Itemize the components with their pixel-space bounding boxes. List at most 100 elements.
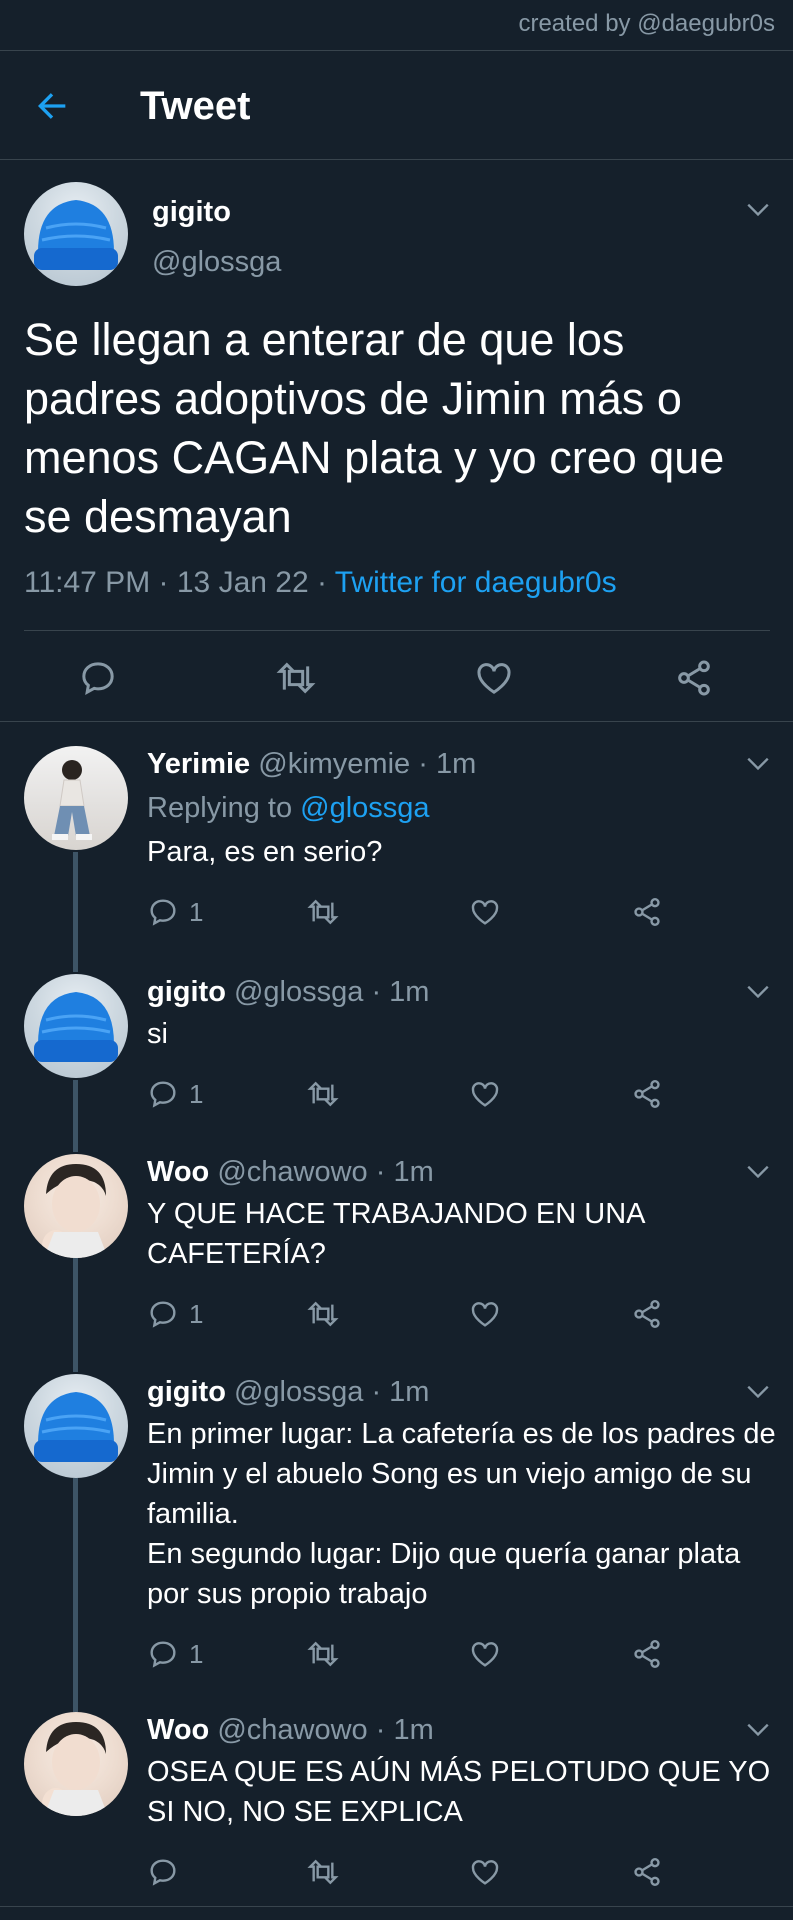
chevron-down-icon[interactable]: [745, 750, 771, 776]
author-handle[interactable]: @glossga: [234, 976, 363, 1008]
share-icon: [634, 1300, 660, 1328]
reply-button[interactable]: [147, 1854, 189, 1890]
retweet-button[interactable]: [307, 1636, 339, 1672]
reply-button[interactable]: 1: [147, 1636, 203, 1672]
reply-text: OSEA QUE ES AÚN MÁS PELOTUDO QUE YO SI N…: [147, 1756, 771, 1828]
like-button[interactable]: [469, 1636, 501, 1672]
retweet-icon[interactable]: [276, 658, 316, 698]
like-button[interactable]: [469, 1296, 501, 1332]
reply-header: gigito @glossga · 1m: [147, 1374, 429, 1410]
like-icon: [471, 900, 499, 925]
separator: ·: [410, 748, 436, 780]
tweet-actions: [0, 632, 793, 722]
person-photo-icon: [42, 1722, 108, 1816]
reply-count: 1: [189, 1298, 204, 1329]
reply-count: 1: [189, 896, 204, 927]
reply-button[interactable]: 1: [147, 894, 203, 930]
person-photo-icon: [42, 1164, 108, 1258]
separator: ·: [363, 976, 390, 1008]
retweet-button[interactable]: [307, 894, 339, 930]
reply-actions: 1: [147, 894, 767, 934]
author-name[interactable]: gigito: [147, 1376, 226, 1408]
author-name[interactable]: gigito: [152, 196, 231, 229]
reply-text: Para, es en serio?: [147, 836, 383, 868]
like-icon: [471, 1642, 499, 1667]
chevron-down-icon[interactable]: [745, 978, 771, 1004]
reply-text: Y QUE HACE TRABAJANDO EN UNA CAFETERÍA?: [147, 1198, 644, 1270]
share-button[interactable]: [631, 1636, 663, 1672]
share-button[interactable]: [631, 1076, 663, 1112]
thread-line: [73, 1478, 78, 1712]
share-icon: [634, 1858, 660, 1886]
avatar[interactable]: [24, 182, 128, 286]
reply-count: 1: [189, 1078, 204, 1109]
reply-icon[interactable]: [78, 658, 118, 698]
author-name[interactable]: Yerimie: [147, 748, 250, 780]
reply-header: gigito @glossga · 1m: [147, 974, 429, 1010]
author-handle[interactable]: @chawowo: [217, 1156, 367, 1188]
avatar[interactable]: [24, 974, 128, 1078]
reply-time: 1m: [389, 1376, 430, 1408]
reply-time: 1m: [435, 748, 477, 780]
reply-button[interactable]: 1: [147, 1296, 203, 1332]
like-icon: [471, 1302, 499, 1327]
back-button[interactable]: [32, 86, 72, 126]
chevron-down-icon[interactable]: [745, 1158, 771, 1184]
replying-label: Replying to: [147, 792, 301, 824]
reply-button[interactable]: 1: [147, 1076, 203, 1112]
share-icon[interactable]: [674, 658, 714, 698]
divider: [0, 1906, 793, 1907]
author-name[interactable]: gigito: [147, 976, 226, 1008]
divider: [24, 630, 770, 631]
author-name[interactable]: Woo: [147, 1156, 209, 1188]
reply-header: Woo @chawowo · 1m: [147, 1712, 434, 1748]
top-bar: Tweet: [0, 52, 793, 160]
tweet-text: Se llegan a enterar de que los padres ad…: [24, 314, 725, 542]
author-handle[interactable]: @kimyemie: [258, 748, 410, 780]
reply-actions: 1: [147, 1076, 767, 1116]
avatar[interactable]: [24, 1374, 128, 1478]
avatar[interactable]: [24, 746, 128, 850]
retweet-button[interactable]: [307, 1296, 339, 1332]
arrow-left-icon: [38, 93, 66, 119]
reply-icon: [150, 1301, 176, 1328]
separator: ·: [150, 566, 177, 599]
retweet-button[interactable]: [307, 1076, 339, 1112]
reply-count: 1: [189, 1638, 204, 1669]
share-button[interactable]: [631, 894, 663, 930]
tweet-source-link[interactable]: Twitter for daegubr0s: [335, 566, 617, 599]
separator: ·: [367, 1714, 394, 1746]
replying-to-link[interactable]: @glossga: [300, 792, 429, 824]
like-button[interactable]: [469, 1854, 501, 1890]
retweet-button[interactable]: [307, 1854, 339, 1890]
blue-beanie-icon: [34, 992, 118, 1062]
share-icon: [634, 1080, 660, 1108]
reply-icon: [150, 1081, 176, 1108]
chevron-down-icon[interactable]: [745, 1378, 771, 1404]
like-button[interactable]: [469, 1076, 501, 1112]
share-button[interactable]: [631, 1854, 663, 1890]
like-icon[interactable]: [474, 658, 514, 698]
chevron-down-icon[interactable]: [745, 1716, 771, 1742]
author-handle[interactable]: @glossga: [234, 1376, 363, 1408]
like-button[interactable]: [469, 894, 501, 930]
reply-actions: 1: [147, 1296, 767, 1336]
separator: ·: [308, 566, 335, 599]
tweet-date: 13 Jan 22: [176, 566, 309, 599]
author-handle[interactable]: @glossga: [152, 246, 281, 279]
tweet-meta: 11:47 PM · 13 Jan 22 · Twitter for daegu…: [24, 566, 617, 600]
share-icon: [634, 1640, 660, 1668]
tweet-time: 11:47 PM: [24, 566, 151, 599]
retweet-icon: [307, 1301, 339, 1327]
retweet-icon: [307, 1641, 339, 1667]
reply-time: 1m: [393, 1714, 434, 1746]
avatar[interactable]: [24, 1712, 128, 1816]
thread-line: [73, 852, 78, 972]
author-handle[interactable]: @chawowo: [217, 1714, 367, 1746]
reply-text: si: [147, 1018, 168, 1050]
thread-line: [73, 1080, 78, 1152]
share-button[interactable]: [631, 1296, 663, 1332]
author-name[interactable]: Woo: [147, 1714, 209, 1746]
chevron-down-icon[interactable]: [745, 196, 771, 222]
avatar[interactable]: [24, 1154, 128, 1258]
